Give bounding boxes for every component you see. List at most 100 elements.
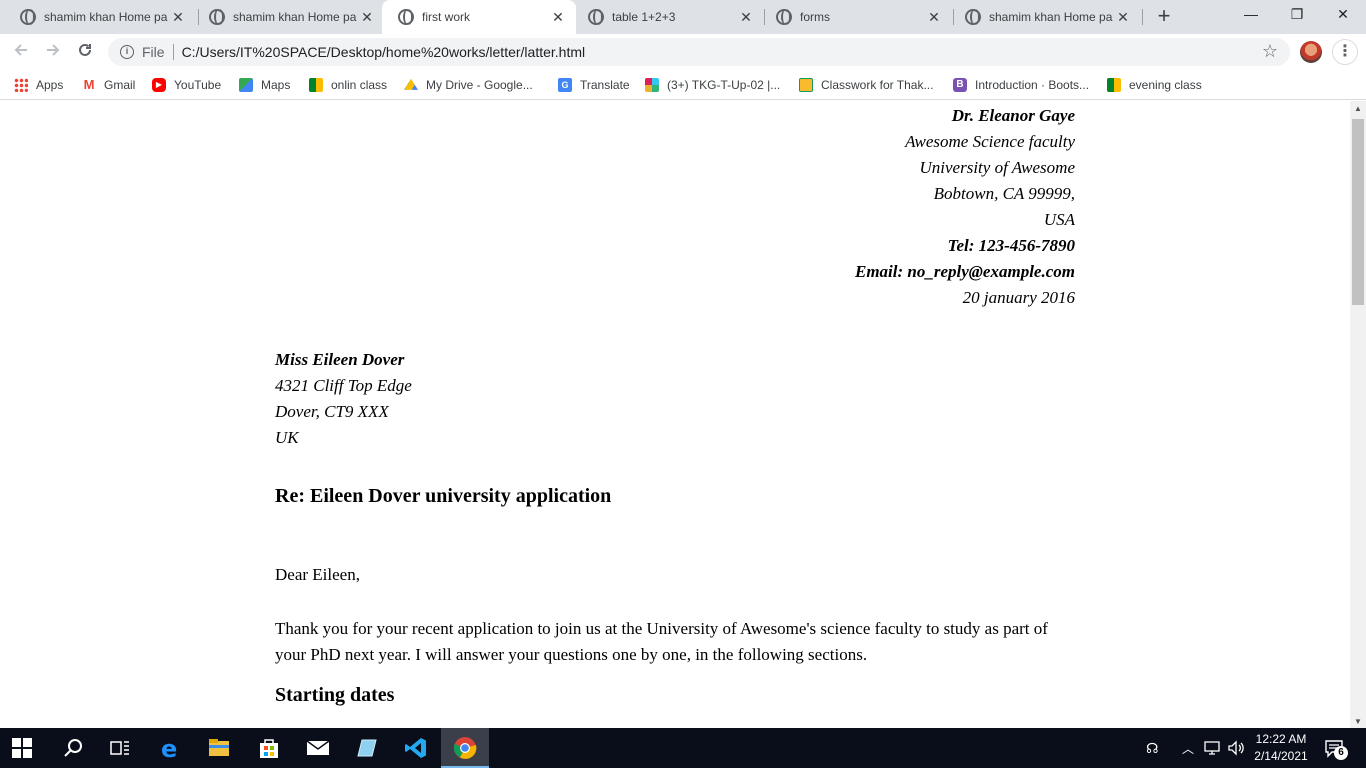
network-icon[interactable] [1204, 740, 1222, 756]
bookmark-label: (3+) TKG-T-Up-02 |... [667, 78, 781, 92]
restore-button[interactable]: ❐ [1274, 0, 1320, 30]
bookmark-apps[interactable]: Apps [14, 76, 63, 94]
vertical-scrollbar[interactable]: ▲ ▼ [1350, 101, 1366, 728]
tab-title: shamim khan Home pa [989, 10, 1113, 24]
tab-close-icon[interactable]: ✕ [1115, 9, 1131, 26]
vscode-icon[interactable] [404, 736, 428, 760]
maps-icon [239, 78, 253, 92]
bookmark-onlin-class[interactable]: onlin class [309, 76, 387, 94]
bookmark-evening-class[interactable]: evening class [1107, 76, 1202, 94]
browser-tab-active[interactable]: first work ✕ [382, 0, 576, 34]
volume-icon[interactable] [1227, 740, 1247, 756]
url-scheme-label: File [142, 44, 165, 60]
search-icon[interactable] [62, 736, 86, 760]
browser-tab[interactable]: shamim khan Home pa ✕ [4, 0, 196, 34]
minimize-button[interactable]: — [1228, 0, 1274, 30]
tab-close-icon[interactable]: ✕ [170, 9, 186, 26]
windows-start-icon[interactable] [12, 738, 32, 758]
bookmark-translate[interactable]: G Translate [558, 76, 630, 94]
address-bar[interactable]: i File C:/Users/IT%20SPACE/Desktop/home%… [108, 38, 1290, 66]
info-icon[interactable]: i [120, 45, 134, 59]
browser-toolbar: i File C:/Users/IT%20SPACE/Desktop/home%… [0, 34, 1366, 70]
forward-arrow-icon [47, 44, 60, 56]
tab-title: shamim khan Home pa [233, 10, 357, 24]
translate-icon: G [558, 78, 572, 92]
browser-tab[interactable]: shamim khan Home pa ✕ [193, 0, 385, 34]
sender-address-line: University of Awesome [919, 158, 1076, 177]
sender-address-line: Awesome Science faculty [905, 132, 1075, 151]
clock-time: 12:22 AM [1255, 732, 1307, 746]
store-icon[interactable] [257, 736, 281, 760]
tab-divider [1142, 9, 1143, 25]
file-explorer-icon[interactable] [207, 736, 231, 760]
sender-address-line: Bobtown, CA 99999, [933, 184, 1075, 203]
tab-close-icon[interactable]: ✕ [738, 9, 754, 26]
globe-icon [398, 9, 414, 25]
back-arrow-icon [14, 44, 27, 56]
bookmark-label: onlin class [331, 78, 388, 92]
url-divider [172, 44, 174, 60]
sender-tel: Tel: 123-456-7890 [947, 236, 1075, 255]
subject-heading: Re: Eileen Dover university application [275, 485, 612, 507]
svg-text:e: e [161, 736, 177, 760]
sender-address: Dr. Eleanor Gaye Awesome Science faculty… [700, 103, 1075, 311]
bookmark-label: Classwork for Thak... [821, 78, 934, 92]
new-tab-button[interactable]: + [1152, 5, 1176, 28]
task-view-icon[interactable] [108, 736, 132, 760]
bookmark-my-drive[interactable]: My Drive - Google... [404, 76, 533, 94]
bookmark-gmail[interactable]: M Gmail [82, 76, 136, 94]
chevron-up-icon[interactable]: ︿ [1182, 740, 1194, 757]
bookmark-maps[interactable]: Maps [239, 76, 290, 94]
letter-date: 20 january 2016 [962, 288, 1075, 307]
recipient-address-line: UK [275, 428, 299, 447]
scroll-up-icon[interactable]: ▲ [1354, 104, 1362, 113]
tab-close-icon[interactable]: ✕ [926, 9, 942, 26]
profile-avatar[interactable] [1300, 41, 1322, 63]
back-button[interactable] [8, 39, 34, 65]
bootstrap-icon: B [953, 78, 967, 92]
globe-icon [776, 9, 792, 25]
browser-tab[interactable]: shamim khan Home pa ✕ [949, 0, 1141, 34]
browser-tab[interactable]: table 1+2+3 ✕ [572, 0, 764, 34]
mail-icon[interactable] [306, 736, 330, 760]
globe-icon [20, 9, 36, 25]
sender-name: Dr. Eleanor Gaye [951, 106, 1075, 125]
browser-menu-button[interactable]: ⋮ [1332, 39, 1358, 65]
chrome-icon[interactable] [453, 736, 477, 760]
bookmark-label: evening class [1129, 78, 1202, 92]
bookmark-slack[interactable]: (3+) TKG-T-Up-02 |... [645, 76, 780, 94]
close-window-button[interactable]: ✕ [1320, 0, 1366, 30]
reload-icon [79, 43, 91, 56]
notes-app-icon[interactable] [356, 736, 380, 760]
tab-title: forms [800, 10, 830, 24]
scrollbar-thumb[interactable] [1352, 119, 1364, 305]
recipient-address-line: Dover, CT9 XXX [275, 402, 389, 421]
bookmark-bootstrap[interactable]: B Introduction · Boots... [953, 76, 1089, 94]
body-paragraph: Thank you for your recent application to… [275, 619, 1048, 664]
slack-icon [645, 78, 659, 92]
browser-tab[interactable]: forms ✕ [760, 0, 952, 34]
reload-button[interactable] [72, 39, 98, 65]
forward-button[interactable] [40, 39, 66, 65]
bookmark-star-icon[interactable]: ☆ [1262, 41, 1278, 62]
people-icon[interactable]: ☊ [1146, 740, 1158, 757]
recipient-address: Miss Eileen Dover 4321 Cliff Top Edge Do… [275, 347, 412, 451]
url-text[interactable]: C:/Users/IT%20SPACE/Desktop/home%20works… [182, 44, 586, 60]
meet-icon [309, 78, 323, 92]
notification-count-badge: 6 [1334, 746, 1348, 760]
edge-icon[interactable]: e [158, 736, 182, 760]
meet-icon [1107, 78, 1121, 92]
bookmark-classwork[interactable]: Classwork for Thak... [799, 76, 933, 94]
tab-close-icon[interactable]: ✕ [550, 9, 566, 26]
tab-close-icon[interactable]: ✕ [359, 9, 375, 26]
bookmark-label: YouTube [174, 78, 222, 92]
system-clock[interactable]: 12:22 AM 2/14/2021 [1248, 731, 1314, 765]
tab-strip: shamim khan Home pa ✕ shamim khan Home p… [0, 0, 1366, 34]
bookmark-youtube[interactable]: ▶ YouTube [152, 76, 221, 94]
bookmark-label: My Drive - Google... [426, 78, 533, 92]
drive-icon [404, 78, 418, 90]
scroll-down-icon[interactable]: ▼ [1354, 717, 1362, 726]
youtube-icon: ▶ [152, 78, 166, 92]
greeting: Dear Eileen, [275, 565, 360, 584]
windows-taskbar: e ☊ ︿ 12:22 AM 2/14/2021 6 [0, 728, 1366, 768]
